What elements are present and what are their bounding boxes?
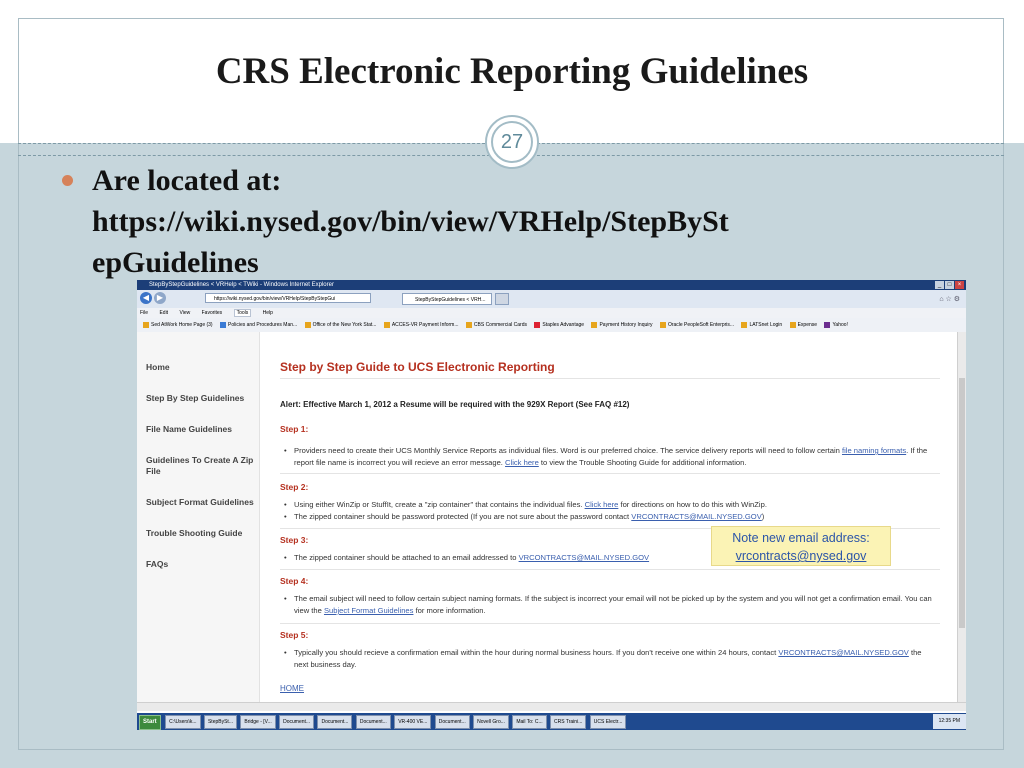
list-item: Providers need to create their UCS Month… — [284, 445, 934, 469]
sidebar-item-trouble-shooting[interactable]: Trouble Shooting Guide — [146, 528, 256, 539]
favorite-item[interactable]: Expense — [789, 321, 817, 328]
taskbar-item[interactable]: Document... — [279, 715, 315, 729]
new-tab-button[interactable] — [495, 293, 509, 305]
list-item: Using either WinZip or StuffIt, create a… — [284, 499, 934, 511]
subject-format-link[interactable]: Subject Format Guidelines — [324, 606, 413, 615]
list-item: The zipped container should be password … — [284, 511, 934, 523]
file-naming-link[interactable]: file naming formats — [842, 446, 906, 455]
windows-taskbar: Start C:\Users\k... StepBySt... Bridge -… — [137, 713, 966, 730]
close-icon[interactable]: × — [955, 281, 964, 289]
vertical-scrollbar[interactable] — [957, 332, 966, 702]
home-link[interactable]: HOME — [280, 684, 304, 693]
bullet-line: https://wiki.nysed.gov/bin/view/VRHelp/S… — [92, 205, 729, 238]
taskbar-item[interactable]: Document... — [317, 715, 353, 729]
sidebar-item-zip-file[interactable]: Guidelines To Create A Zip File — [146, 455, 256, 477]
web-page-content: Home Step By Step Guidelines File Name G… — [137, 332, 957, 702]
favorite-item[interactable]: Yahoo! — [824, 321, 848, 328]
favorite-item[interactable]: Payment History Inquiry — [591, 321, 653, 328]
favorite-item[interactable]: LATSnet Login — [741, 321, 782, 328]
taskbar-item[interactable]: Novell Gro... — [473, 715, 509, 729]
menu-bar: File Edit View Favorites Tools Help — [137, 308, 966, 318]
favorite-item[interactable]: Sed AtWork Home Page (3) — [143, 321, 213, 328]
sidebar-item-step-by-step[interactable]: Step By Step Guidelines — [146, 393, 256, 404]
step-3-label: Step 3: — [280, 535, 309, 545]
scrollbar-thumb[interactable] — [959, 378, 965, 628]
favorite-item[interactable]: Oracle PeopleSoft Enterpris... — [659, 321, 734, 328]
menu-item-view[interactable]: View — [179, 310, 190, 316]
browser-title-bar: StepByStepGuidelines < VRHelp < TWiki - … — [137, 280, 966, 290]
browser-window-title: StepByStepGuidelines < VRHelp < TWiki - … — [149, 282, 334, 288]
note-email: vrcontracts@nysed.gov — [735, 549, 867, 563]
step-4-label: Step 4: — [280, 576, 309, 586]
note-text: Note new email address: — [732, 531, 870, 545]
address-input[interactable]: https://wiki.nysed.gov/bin/view/VRHelp/S… — [205, 293, 371, 303]
list-item: Typically you should recieve a confirmat… — [284, 647, 934, 671]
divider — [280, 569, 940, 570]
divider — [280, 473, 940, 474]
minimize-icon[interactable]: _ — [935, 281, 944, 289]
taskbar-item[interactable]: UCS Electr... — [589, 715, 627, 729]
favorite-item[interactable]: ACCES-VR Payment Inform... — [383, 321, 459, 328]
step-1-label: Step 1: — [280, 424, 309, 434]
window-controls: _ □ × — [935, 281, 964, 289]
taskbar-item[interactable]: C:\Users\k... — [165, 715, 201, 729]
forward-icon[interactable]: ▶ — [154, 292, 166, 304]
system-clock[interactable]: 12:35 PM — [932, 714, 966, 729]
menu-item-edit[interactable]: Edit — [159, 310, 168, 316]
main-article: Step by Step Guide to UCS Electronic Rep… — [280, 332, 940, 702]
callout-note: Note new email address: vrcontracts@nyse… — [711, 526, 891, 566]
back-icon[interactable]: ◀ — [140, 292, 152, 304]
browser-tab[interactable]: StepByStepGuidelines < VRH... — [402, 293, 492, 305]
taskbar-item[interactable]: Mail To: C... — [512, 715, 547, 729]
menu-item-tools[interactable]: Tools — [233, 309, 252, 317]
email-link[interactable]: VRCONTRACTS@MAIL.NYSED.GOV — [519, 553, 650, 562]
slide-title: CRS Electronic Reporting Guidelines — [215, 51, 809, 92]
click-here-link[interactable]: Click here — [505, 458, 539, 467]
favorites-bar: Sed AtWork Home Page (3) Policies and Pr… — [137, 318, 966, 333]
taskbar-item[interactable]: StepBySt... — [203, 715, 237, 729]
taskbar-item[interactable]: VR-400 VE... — [394, 715, 432, 729]
bullet-line: epGuidelines — [92, 246, 259, 279]
sidebar-item-home[interactable]: Home — [146, 362, 256, 373]
menu-item-file[interactable]: File — [140, 310, 148, 316]
page-heading: Step by Step Guide to UCS Electronic Rep… — [280, 360, 555, 374]
step-5-label: Step 5: — [280, 630, 309, 640]
email-link[interactable]: VRCONTRACTS@MAIL.NYSED.GOV — [631, 512, 762, 521]
email-link[interactable]: VRCONTRACTS@MAIL.NYSED.GOV — [778, 648, 909, 657]
list-item: The email subject will need to follow ce… — [284, 593, 934, 617]
taskbar-item[interactable]: Document... — [434, 715, 470, 729]
taskbar-item[interactable]: Bridge - [V... — [240, 715, 276, 729]
click-here-link[interactable]: Click here — [585, 500, 619, 509]
sidebar-item-subject-format[interactable]: Subject Format Guidelines — [146, 497, 256, 508]
sidebar-item-file-name[interactable]: File Name Guidelines — [146, 424, 256, 435]
horizontal-scrollbar[interactable] — [137, 702, 966, 711]
sidebar-nav: Home Step By Step Guidelines File Name G… — [137, 332, 260, 702]
taskbar-item[interactable]: Document... — [355, 715, 391, 729]
favorite-item[interactable]: Policies and Procedures Man... — [220, 321, 297, 328]
favorite-item[interactable]: CBS Commercial Cards — [465, 321, 527, 328]
sidebar-item-faqs[interactable]: FAQs — [146, 559, 256, 570]
start-button[interactable]: Start — [139, 715, 161, 730]
bullet-icon — [62, 175, 73, 186]
browser-screenshot: StepByStepGuidelines < VRHelp < TWiki - … — [137, 280, 966, 730]
menu-item-help[interactable]: Help — [263, 310, 273, 316]
menu-item-favorites[interactable]: Favorites — [202, 310, 223, 316]
slide-bullet-text: Are located at: https://wiki.nysed.gov/b… — [92, 160, 972, 283]
maximize-icon[interactable]: □ — [945, 281, 954, 289]
page-number: 27 — [491, 121, 533, 163]
divider — [280, 378, 940, 379]
divider — [280, 623, 940, 624]
home-icon[interactable]: ⌂ ☆ ⚙ — [939, 295, 960, 303]
address-bar-row: ◀ ▶ https://wiki.nysed.gov/bin/view/VRHe… — [137, 290, 966, 309]
bullet-line: Are located at: — [92, 164, 282, 197]
favorite-item[interactable]: Staples Advantage — [534, 321, 584, 328]
alert-text: Alert: Effective March 1, 2012 a Resume … — [280, 400, 630, 409]
favorite-item[interactable]: Office of the New York Stat... — [304, 321, 376, 328]
taskbar-item[interactable]: CRS Traini... — [550, 715, 587, 729]
step-2-label: Step 2: — [280, 482, 309, 492]
